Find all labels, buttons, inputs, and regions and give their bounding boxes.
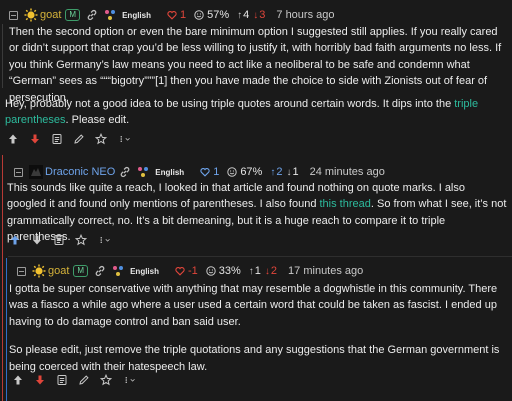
downvote-button[interactable]	[29, 133, 41, 145]
upvote-button[interactable]	[7, 133, 19, 145]
cross-post-icon[interactable]	[112, 265, 124, 277]
timestamp: 7 hours ago	[276, 9, 335, 21]
like-score[interactable]: -1	[175, 265, 198, 277]
comment-body: Then the second option or even the bare …	[9, 24, 508, 106]
more-button[interactable]	[117, 133, 133, 145]
approval-percent: 33%	[218, 265, 241, 277]
sun-avatar-icon[interactable]	[24, 8, 38, 22]
comment-header: goat M English 1 57% ↑ 4 ↓ 3 7 hours ago	[9, 7, 335, 23]
paragraph-2: So please edit, just remove the triple q…	[9, 344, 500, 373]
collapse-icon[interactable]	[14, 167, 23, 177]
downvote-count: 2	[270, 265, 278, 277]
downvote-button[interactable]	[34, 374, 46, 386]
reply-button[interactable]	[56, 374, 68, 386]
comment-actions	[7, 132, 143, 146]
approval-score: 33%	[206, 265, 241, 277]
smile-icon	[227, 167, 238, 177]
edit-button[interactable]	[78, 374, 90, 386]
approval-score: 57%	[194, 9, 229, 21]
quote-bar	[2, 24, 3, 88]
thread-divider	[8, 256, 512, 257]
arrow-up-icon: ↑	[270, 166, 276, 178]
upvote-count: 4	[243, 9, 250, 21]
like-score[interactable]: 1	[167, 9, 186, 21]
arrow-up-icon: ↑	[248, 265, 254, 277]
vote-breakdown: ↑ 2 ↓ 1	[270, 166, 298, 178]
upvote-button[interactable]	[12, 374, 24, 386]
downvote-count: 3	[259, 9, 266, 21]
moderator-badge: M	[65, 9, 81, 21]
vote-breakdown: ↑ 1 ↓ 2	[249, 265, 277, 277]
approval-score: 67%	[227, 166, 262, 178]
comment-actions	[9, 233, 123, 247]
downvote-count: 1	[292, 166, 299, 178]
arrow-down-icon: ↓	[253, 9, 259, 21]
username[interactable]: Draconic NEO	[45, 166, 115, 178]
link-icon[interactable]	[94, 265, 106, 277]
star-button[interactable]	[75, 234, 87, 246]
edit-button[interactable]	[73, 133, 85, 145]
cross-post-icon[interactable]	[104, 9, 116, 21]
heart-icon	[175, 267, 185, 276]
link-icon[interactable]	[119, 166, 131, 178]
username[interactable]: goat	[48, 265, 69, 277]
comment-body: I gotta be super conservative with anyth…	[9, 281, 508, 375]
smile-icon	[206, 266, 216, 276]
thread-line-red[interactable]	[2, 155, 3, 258]
comment-header: Draconic NEO English 1 67% ↑ 2 ↓ 1 24 mi…	[14, 164, 385, 180]
reply-text-start: Hey, probably not a good idea to be usin…	[5, 98, 455, 110]
quoted-text: Then the second option or even the bare …	[9, 26, 502, 104]
star-button[interactable]	[95, 133, 107, 145]
approval-percent: 57%	[207, 9, 230, 21]
arrow-up-icon: ↑	[237, 9, 243, 21]
link-icon[interactable]	[86, 9, 98, 21]
reply-text-end: . Please edit.	[65, 114, 130, 127]
heart-icon	[167, 11, 177, 20]
like-count: 1	[213, 166, 220, 178]
timestamp: 17 minutes ago	[288, 265, 364, 277]
language-label: English	[155, 167, 185, 177]
downvote-button[interactable]	[31, 234, 43, 246]
language-label: English	[130, 266, 159, 276]
thread-line-red[interactable]	[2, 258, 3, 401]
collapse-icon[interactable]	[9, 10, 18, 20]
language-label: English	[122, 10, 151, 20]
like-score[interactable]: 1	[200, 166, 219, 178]
sun-avatar-icon[interactable]	[32, 264, 46, 278]
upvote-button[interactable]	[9, 234, 21, 246]
comment-actions	[12, 373, 148, 387]
like-count: -1	[187, 265, 198, 277]
cross-post-icon[interactable]	[137, 166, 149, 178]
this-thread-link[interactable]: this thread	[320, 198, 371, 210]
smile-icon	[194, 10, 204, 20]
more-button[interactable]	[97, 234, 113, 246]
dragon-avatar-icon[interactable]	[29, 165, 43, 179]
heart-icon	[200, 168, 210, 177]
like-count: 1	[179, 9, 187, 21]
star-button[interactable]	[100, 374, 112, 386]
paragraph-1: I gotta be super conservative with anyth…	[9, 283, 498, 328]
upvote-count: 1	[254, 265, 261, 277]
upvote-count: 2	[276, 166, 283, 178]
vote-breakdown: ↑ 4 ↓ 3	[237, 9, 265, 21]
timestamp: 24 minutes ago	[309, 166, 385, 178]
reply-button[interactable]	[53, 234, 65, 246]
collapse-icon[interactable]	[17, 266, 26, 276]
moderator-badge: M	[73, 265, 89, 277]
arrow-down-icon: ↓	[286, 166, 292, 178]
thread-line-blue[interactable]	[6, 258, 7, 401]
reply-button[interactable]	[51, 133, 63, 145]
more-button[interactable]	[122, 374, 138, 386]
comment-reply-text: Hey, probably not a good idea to be usin…	[5, 96, 505, 129]
approval-percent: 67%	[240, 166, 263, 178]
username[interactable]: goat	[40, 9, 61, 21]
arrow-down-icon: ↓	[264, 265, 270, 277]
comment-header: goat M English -1 33% ↑ 1 ↓ 2 17 minutes…	[17, 263, 363, 279]
